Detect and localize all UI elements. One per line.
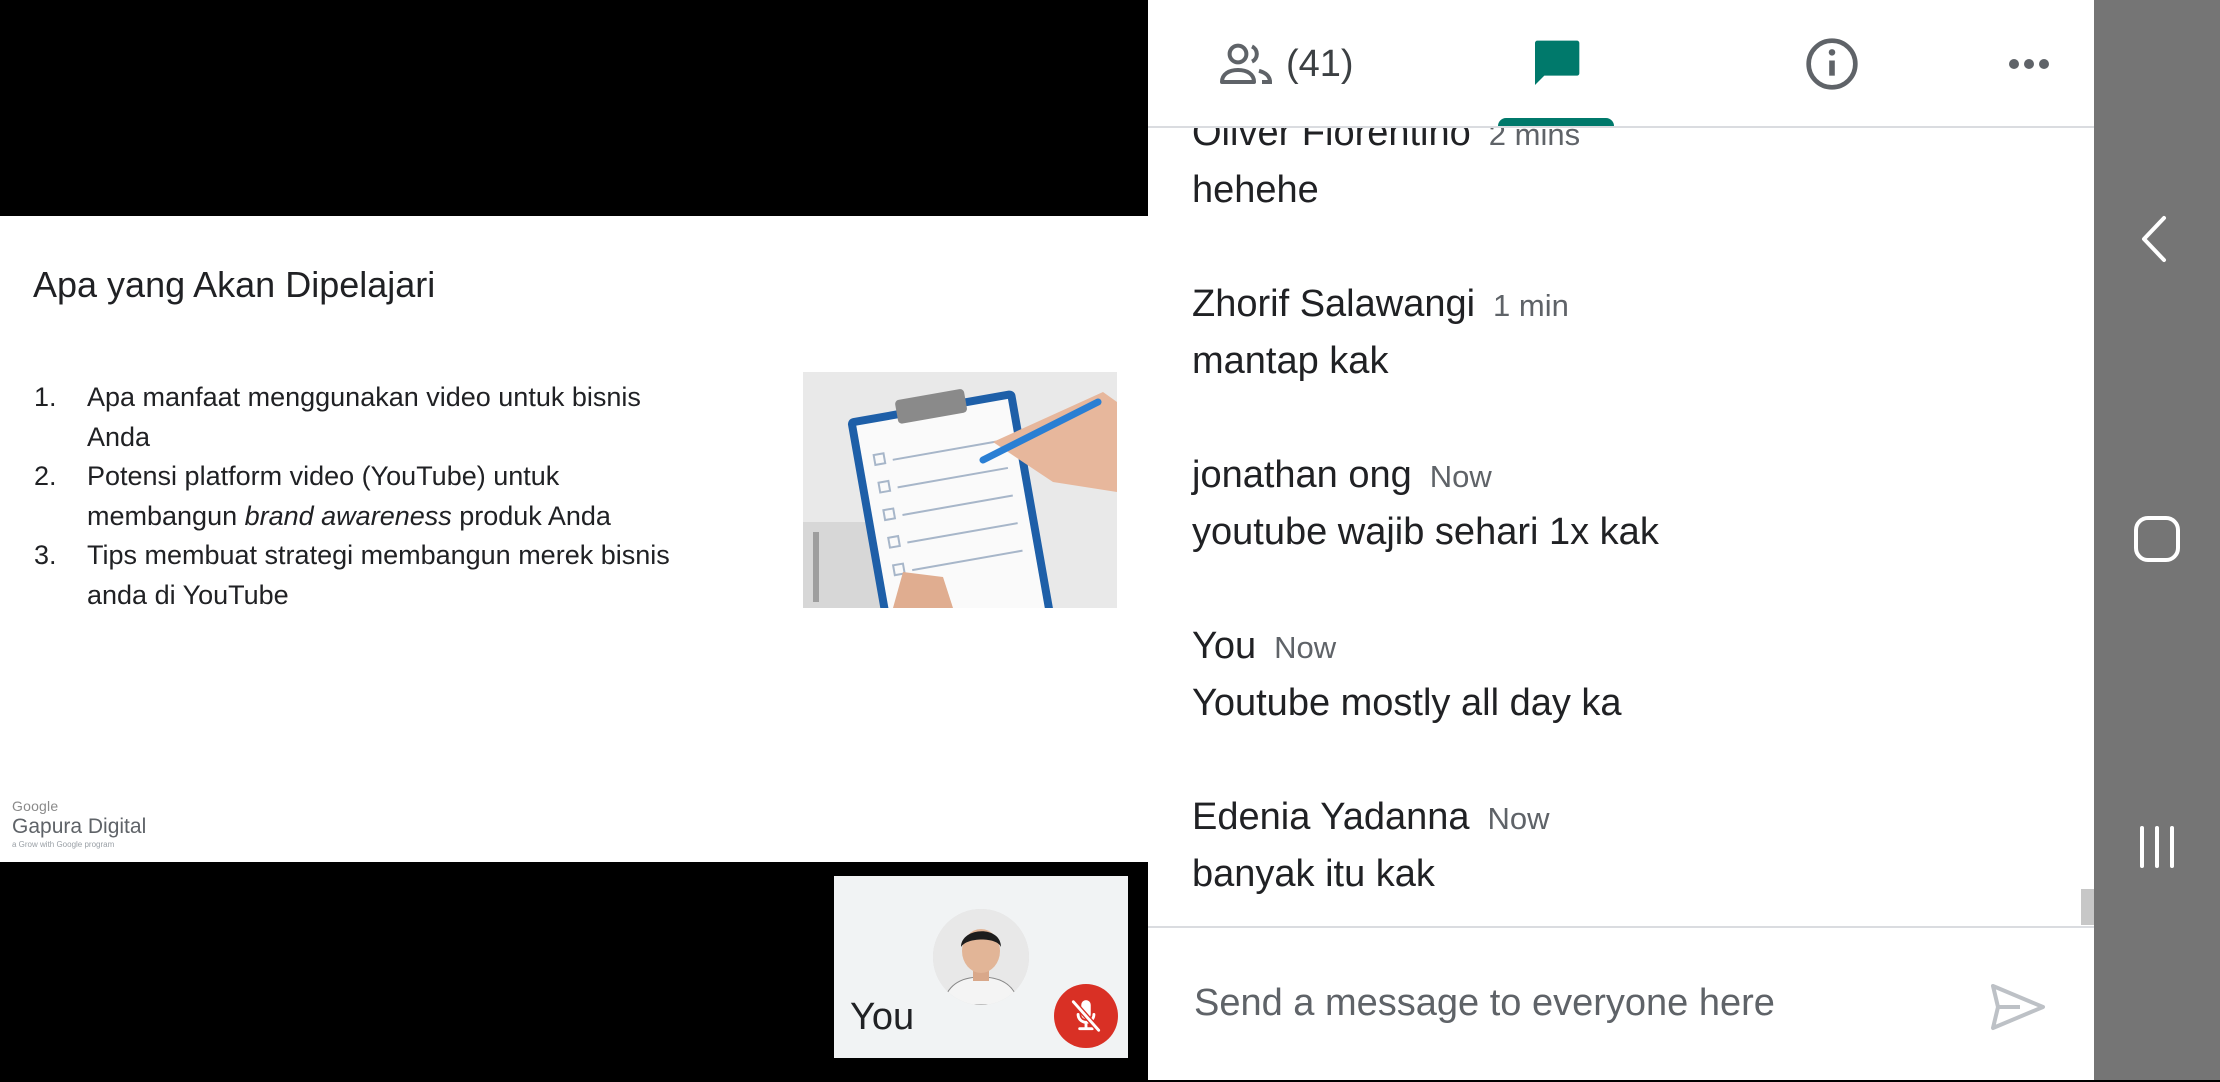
chat-message: jonathan ong Now youtube wajib sehari 1x … <box>1192 454 1659 554</box>
home-button[interactable] <box>2132 514 2182 569</box>
message-time: Now <box>1274 630 1337 665</box>
message-list[interactable]: Oliver Florentino 2 mins hehehe Zhorif Sa… <box>1148 128 2094 926</box>
list-text: Apa manfaat menggunakan video untuk bisn… <box>87 382 641 452</box>
send-button[interactable] <box>1990 982 2046 1037</box>
slide-list: 1. Apa manfaat menggunakan video untuk b… <box>34 378 704 615</box>
chat-message: Oliver Florentino 2 mins hehehe <box>1192 128 1580 212</box>
message-text: mantap kak <box>1192 340 1389 382</box>
sender-name: You <box>1192 625 1257 667</box>
panel-tabs: (41) <box>1148 0 2094 128</box>
list-number: 1. <box>34 382 57 412</box>
message-time: 1 min <box>1493 288 1569 323</box>
message-time: Now <box>1429 459 1492 494</box>
self-video-tile[interactable]: You <box>834 876 1128 1058</box>
people-icon <box>1220 43 1273 84</box>
message-text: youtube wajib sehari 1x kak <box>1192 511 1659 553</box>
sender-name: Oliver Florentino <box>1192 128 1471 154</box>
presentation-stage: Apa yang Akan Dipelajari 1. Apa manfaat … <box>0 0 1148 1080</box>
list-text: Tips membuat strategi membangun merek bi… <box>87 540 670 610</box>
list-number: 3. <box>34 540 57 570</box>
participant-count: (41) <box>1286 42 1354 85</box>
sender-name: Edenia Yadanna <box>1192 796 1470 838</box>
slide-list-item: 1. Apa manfaat menggunakan video untuk b… <box>34 378 704 457</box>
chat-message: Zhorif Salawangi 1 min mantap kak <box>1192 283 1569 383</box>
chat-message: Edenia Yadanna Now banyak itu kak <box>1192 796 1550 896</box>
sender-name: jonathan ong <box>1192 454 1412 496</box>
message-text: Youtube mostly all day ka <box>1192 682 1622 724</box>
chat-message: You Now Youtube mostly all day ka <box>1192 625 1622 725</box>
recents-button[interactable] <box>2134 824 2180 875</box>
brand-name: Gapura Digital <box>12 815 147 838</box>
system-nav-bar <box>2094 0 2220 1080</box>
presentation-slide: Apa yang Akan Dipelajari 1. Apa manfaat … <box>0 216 1148 862</box>
clipboard-image <box>803 372 1117 608</box>
info-icon <box>1806 38 1858 90</box>
list-text-italic: brand awareness <box>244 500 452 531</box>
home-icon <box>2134 516 2180 562</box>
back-icon <box>2142 216 2166 262</box>
sender-name: Zhorif Salawangi <box>1192 283 1476 325</box>
send-icon <box>1991 984 2045 1030</box>
chat-icon <box>1535 40 1580 85</box>
list-text: produk Anda <box>451 500 611 531</box>
avatar <box>933 909 1029 1005</box>
slide-list-item: 3. Tips membuat strategi membangun merek… <box>34 536 704 615</box>
tab-info[interactable] <box>1804 36 1860 97</box>
gapura-digital-logo: Google Gapura Digital a Grow with Google… <box>12 798 146 849</box>
list-number: 2. <box>34 461 57 491</box>
message-composer <box>1148 926 2094 1082</box>
mic-off-icon <box>1071 999 1101 1033</box>
more-options-button[interactable] <box>2006 50 2052 83</box>
message-text: banyak itu kak <box>1192 853 1435 895</box>
recents-icon <box>2140 826 2174 868</box>
more-horiz-icon <box>2009 59 2049 69</box>
chat-panel: (41) Oliver Florentino 2 mins hehehe Zho… <box>1148 0 2094 1080</box>
message-time: 2 mins <box>1488 128 1581 152</box>
google-wordmark: Google <box>12 798 59 814</box>
active-tab-indicator <box>1498 118 1614 126</box>
tab-people[interactable]: (41) <box>1218 36 1354 92</box>
message-time: Now <box>1487 801 1550 836</box>
scrollbar[interactable] <box>2081 889 2094 925</box>
back-button[interactable] <box>2134 214 2174 269</box>
slide-title: Apa yang Akan Dipelajari <box>33 264 436 305</box>
brand-tagline: a Grow with Google program <box>12 840 115 849</box>
tab-chat[interactable] <box>1496 28 1616 126</box>
mic-off-button[interactable] <box>1054 984 1118 1048</box>
message-input[interactable] <box>1192 974 1956 1032</box>
message-text: hehehe <box>1192 169 1319 211</box>
self-label: You <box>850 996 915 1038</box>
slide-list-item: 2. Potensi platform video (YouTube) untu… <box>34 457 704 536</box>
